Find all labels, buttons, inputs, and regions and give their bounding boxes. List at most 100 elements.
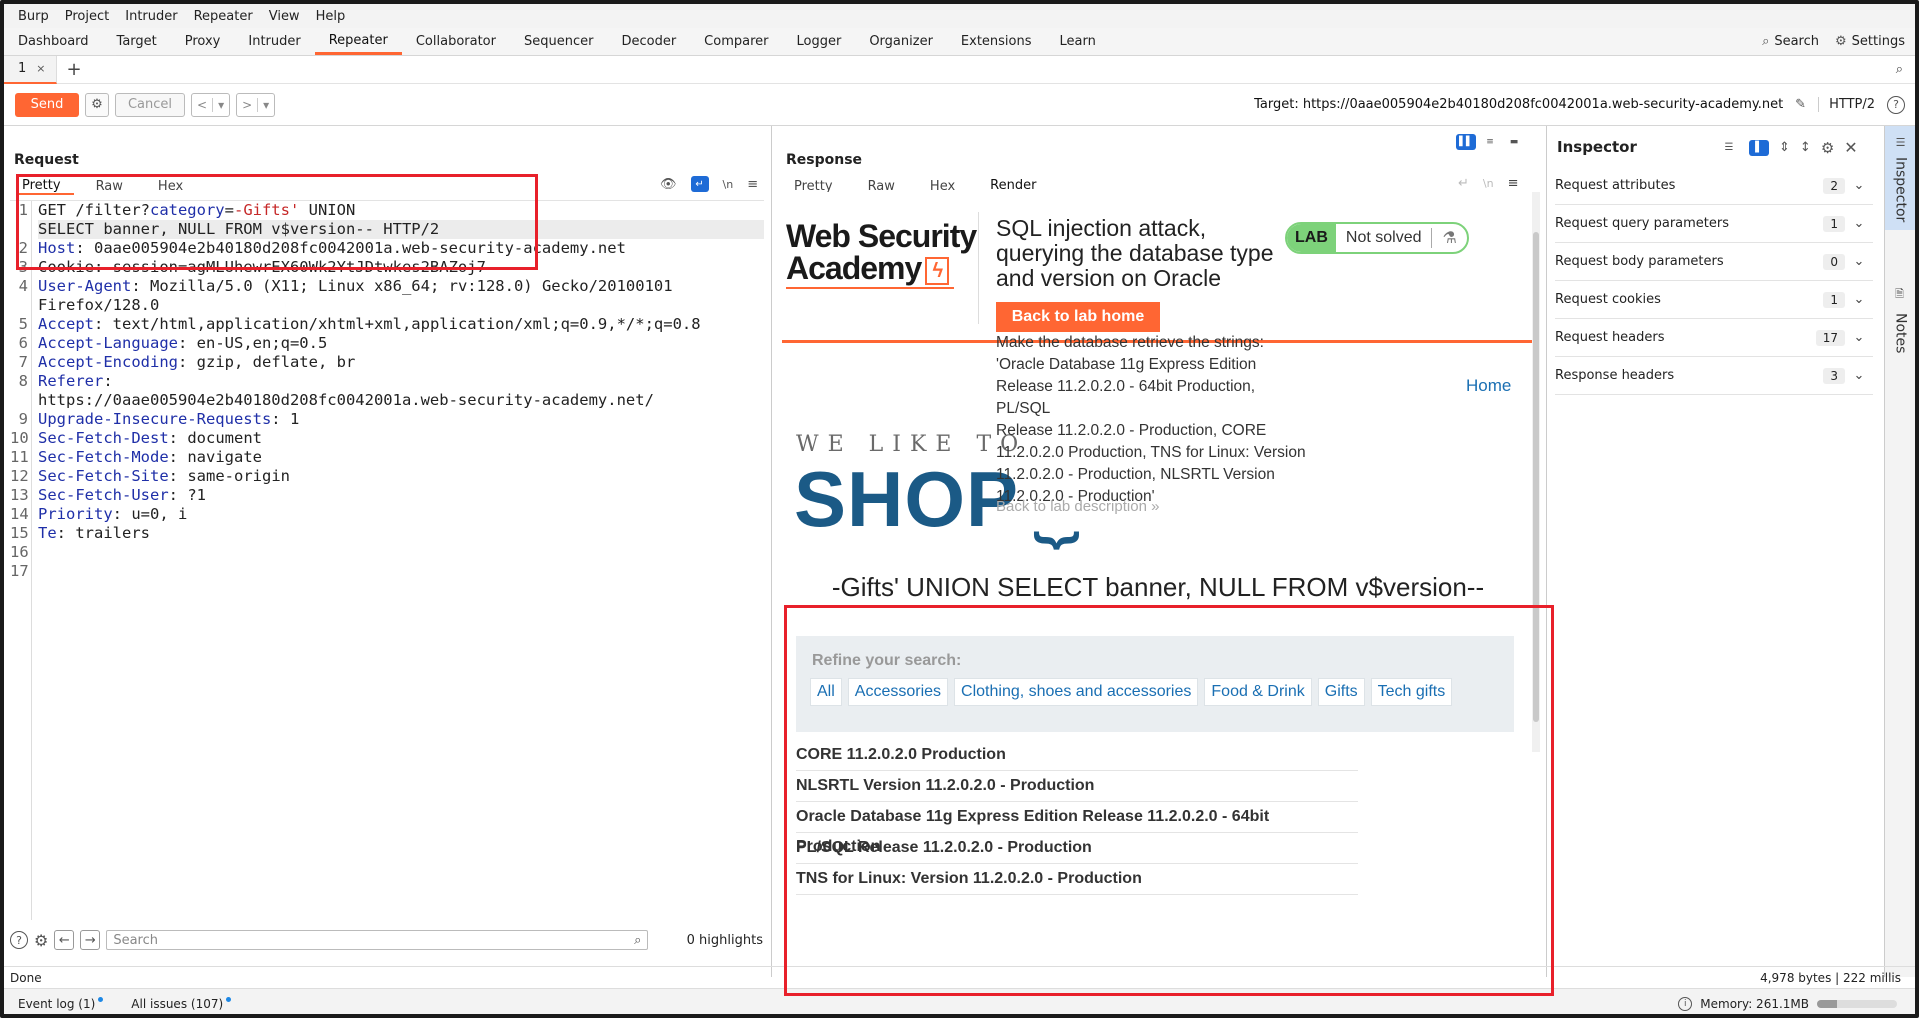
back-to-lab-home-button[interactable]: Back to lab home [996,302,1160,332]
menu-icon[interactable]: ≡ [747,177,758,192]
tool-tab-sequencer[interactable]: Sequencer [510,28,607,55]
chevron-down-icon: ⌄ [1853,254,1865,269]
help-icon[interactable]: ? [10,931,28,949]
tool-tab-logger[interactable]: Logger [783,28,856,55]
arrow-right-icon[interactable]: → [80,930,101,950]
tool-tab-decoder[interactable]: Decoder [607,28,690,55]
tool-tab-comparer[interactable]: Comparer [690,28,782,55]
tool-tab-proxy[interactable]: Proxy [171,28,235,55]
request-editor[interactable]: 1 2 3 4 5 6 7 8 9 10 11 12 13 14 15 16 1… [10,200,764,920]
home-link[interactable]: Home [1466,376,1511,396]
tool-tab-extensions[interactable]: Extensions [947,28,1046,55]
layout-split-icon[interactable]: ▌▌ [1456,134,1476,150]
request-tab-raw[interactable]: Raw [90,179,136,194]
inspector-row-response-headers[interactable]: Response headers 3 ⌄ [1555,357,1873,395]
newline-icon[interactable]: \n [1483,177,1494,190]
gear-icon[interactable]: ⚙ [34,931,48,950]
tool-tab-collaborator[interactable]: Collaborator [402,28,510,55]
menu-help[interactable]: Help [308,9,354,24]
close-icon[interactable]: ✕ [1844,138,1857,157]
empty-line [38,543,764,562]
header-line: Referer: [38,372,113,390]
menu-burp[interactable]: Burp [10,9,57,24]
info-icon[interactable]: i [1678,996,1693,1011]
request-tab-pretty[interactable]: Pretty [16,178,74,195]
render-scrollbar[interactable] [1532,192,1540,752]
layout-horizontal-icon[interactable]: ≡ [1480,134,1500,150]
logo-underline [786,286,954,289]
notification-dot [226,996,232,1002]
history-back[interactable]: < ▾ [191,92,231,117]
side-tab-notes[interactable]: 🗎 Notes [1885,276,1915,366]
menu-icon[interactable]: ≡ [1508,176,1519,191]
side-tab-inspector[interactable]: ☰ Inspector [1885,126,1915,230]
web-security-academy-logo: Web Security Academy ϟ [786,220,977,289]
menu-intruder[interactable]: Intruder [117,9,185,24]
help-icon[interactable]: ? [1887,95,1905,114]
response-panel: ▌▌ ≡ ▬ Response Pretty Raw Hex Render ↵ … [774,126,1544,980]
scrollbar-thumb[interactable] [1533,232,1539,722]
chevron-left-icon: < [197,97,208,112]
newline-icon[interactable]: \n [723,178,734,191]
history-forward[interactable]: > ▾ [236,92,276,117]
inspector-layout-split-icon[interactable]: ▌ [1749,139,1769,156]
rendered-page: Web Security Academy ϟ SQL injection atta… [782,192,1534,980]
inspector-row-request-attributes[interactable]: Request attributes 2 ⌄ [1555,167,1873,205]
inspector-row-query-params[interactable]: Request query parameters 1 ⌄ [1555,205,1873,243]
inspector-row-body-params[interactable]: Request body parameters 0 ⌄ [1555,243,1873,281]
tool-tab-organizer[interactable]: Organizer [855,28,947,55]
inspector-row-request-headers[interactable]: Request headers 17 ⌄ [1555,319,1873,357]
line-gutter: 1 2 3 4 5 6 7 8 9 10 11 12 13 14 15 16 1… [10,201,32,920]
http-version[interactable]: HTTP/2 [1818,97,1875,112]
header-key: Sec-Fetch-Dest [38,429,169,447]
request-panel: Request Pretty Raw Hex 👁 ↵ \n ≡ 1 2 3 4 … [4,126,772,977]
tool-tab-intruder[interactable]: Intruder [234,28,314,55]
search-tabs-icon[interactable]: ⌕ [1896,62,1903,77]
close-icon[interactable]: × [36,62,45,75]
request-search-input[interactable]: Search ⌕ [106,930,649,950]
gear-icon[interactable]: ⚙ [1821,139,1834,157]
global-search-button[interactable]: ⌕ Search [1762,34,1819,49]
menu-project[interactable]: Project [57,9,117,24]
memory-bar-fill [1817,999,1837,1008]
chevron-down-icon[interactable]: ▾ [257,97,274,112]
filter-tech-gifts[interactable]: Tech gifts [1370,678,1453,706]
filter-clothing[interactable]: Clothing, shoes and accessories [954,678,1199,706]
arrow-left-icon[interactable]: ← [54,930,75,950]
tool-tab-learn[interactable]: Learn [1046,28,1110,55]
menu-view[interactable]: View [261,9,308,24]
expand-all-icon[interactable]: ⇕ [1779,140,1790,155]
filter-food-drink[interactable]: Food & Drink [1204,678,1312,706]
filter-all[interactable]: All [810,678,842,706]
send-options-gear-icon[interactable]: ⚙ [85,92,109,117]
all-issues-link[interactable]: All issues (107) [131,996,232,1011]
hide-eye-icon[interactable]: 👁 [660,177,677,192]
chevron-down-icon[interactable]: ▾ [212,97,229,112]
tool-tab-target[interactable]: Target [103,28,171,55]
word-wrap-icon[interactable]: ↵ [690,176,709,192]
inspector-layout-list-icon[interactable]: ☰ [1719,140,1739,156]
edit-pencil-icon[interactable]: ✎ [1795,97,1806,112]
repeater-tab-1[interactable]: 1 × [4,55,57,84]
inspector-row-cookies[interactable]: Request cookies 1 ⌄ [1555,281,1873,319]
filter-accessories[interactable]: Accessories [847,678,949,706]
settings-button[interactable]: ⚙ Settings [1835,34,1905,49]
back-to-lab-description-link[interactable]: Back to lab description » [996,498,1159,515]
collapse-all-icon[interactable]: ↕ [1800,140,1811,155]
inspector-controls: ☰ ▌ ⇕ ↕ ⚙ ✕ [1719,138,1858,157]
event-log-link[interactable]: Event log (1) [18,996,104,1011]
menu-repeater[interactable]: Repeater [186,9,261,24]
filter-gifts[interactable]: Gifts [1317,678,1365,706]
tool-tab-dashboard[interactable]: Dashboard [4,28,103,55]
send-button[interactable]: Send [15,92,79,117]
header-key: Accept [38,315,94,333]
lightning-icon: ϟ [925,256,950,285]
tool-tab-repeater[interactable]: Repeater [314,28,402,55]
add-tab-icon[interactable]: + [57,59,92,80]
request-tab-hex[interactable]: Hex [152,179,196,194]
word-wrap-icon[interactable]: ↵ [1458,176,1469,191]
line-number: 16 [10,543,29,561]
layout-tabs-icon[interactable]: ▬ [1504,134,1524,150]
cancel-button[interactable]: Cancel [115,92,185,117]
line-number: 4 [18,277,28,295]
